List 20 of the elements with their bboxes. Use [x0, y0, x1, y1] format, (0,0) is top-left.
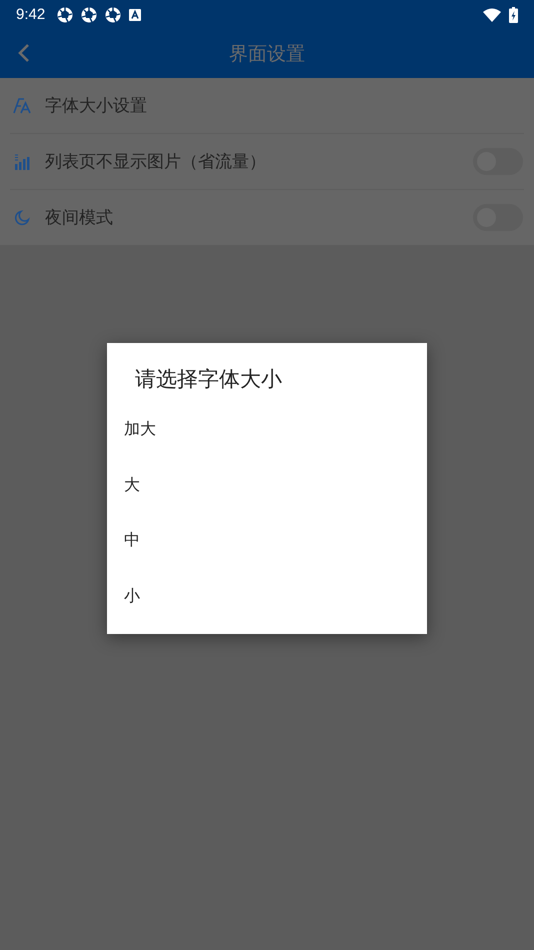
font-size-option[interactable]: 小 — [107, 568, 427, 624]
font-size-option[interactable]: 加大 — [107, 402, 427, 458]
battery-icon — [509, 6, 518, 22]
moon-icon — [13, 210, 31, 226]
font-size-option[interactable]: 大 — [107, 458, 427, 513]
status-time: 9:42 — [16, 6, 46, 23]
back-icon — [18, 43, 30, 63]
screen-title: 界面设置 — [229, 42, 305, 66]
setting-label: 列表页不显示图片（省流量） — [45, 151, 267, 173]
dialog-title: 请选择字体大小 — [134, 366, 283, 393]
setting-label: 夜间模式 — [45, 207, 114, 229]
font-size-icon — [13, 98, 31, 114]
aperture-icon — [105, 6, 122, 22]
keyboard-icon — [129, 8, 142, 20]
aperture-icon — [81, 6, 98, 22]
bar-chart-icon — [13, 154, 31, 170]
setting-label: 字体大小设置 — [45, 95, 148, 117]
aperture-icon — [57, 6, 74, 22]
font-size-option[interactable]: 中 — [107, 513, 427, 568]
wifi-icon — [483, 8, 501, 22]
